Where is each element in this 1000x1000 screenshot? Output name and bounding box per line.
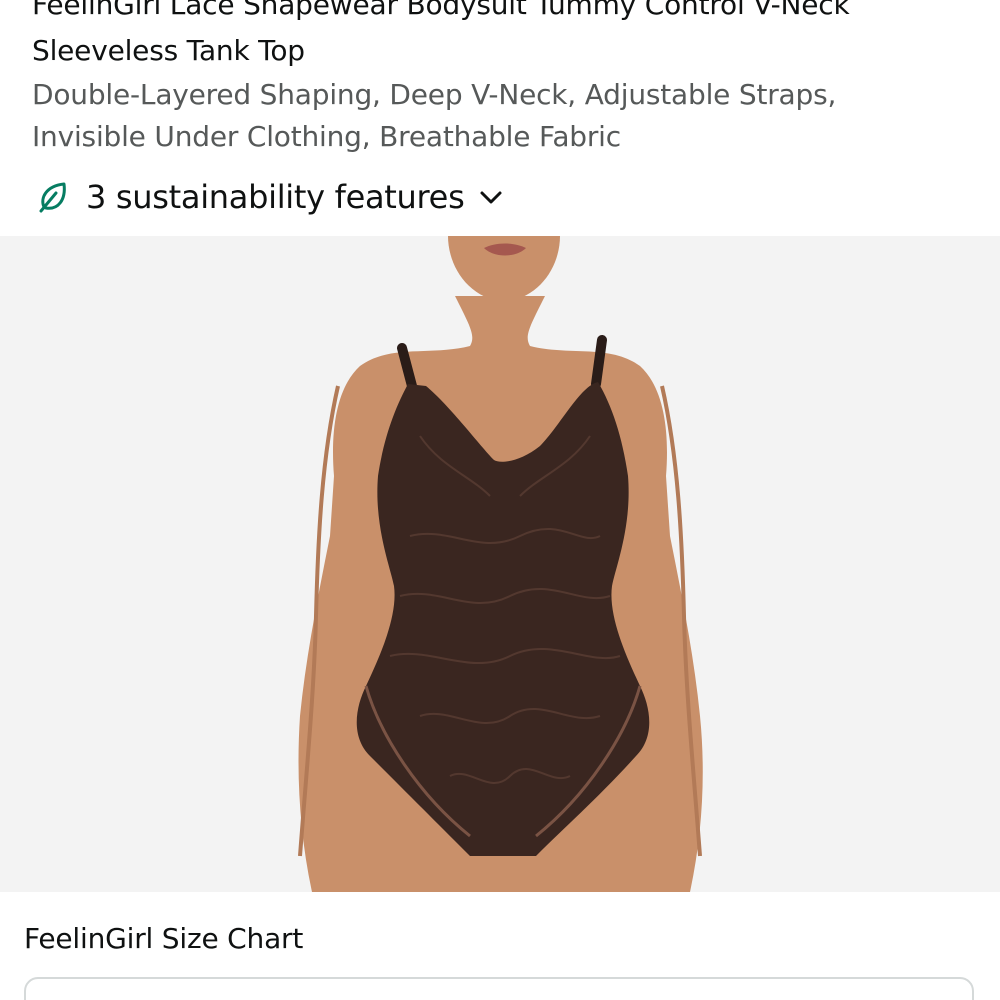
product-title-line-2[interactable]: Sleeveless Tank Top	[32, 28, 972, 74]
product-title-line-1[interactable]: FeelinGirl Lace Shapewear Bodysuit Tummy…	[32, 0, 972, 28]
product-image[interactable]	[0, 236, 1000, 892]
sustainability-features-toggle[interactable]: 3 sustainability features	[36, 174, 504, 220]
size-chart-selector[interactable]	[24, 977, 974, 1000]
product-subtitle-line-1: Double-Layered Shaping, Deep V-Neck, Adj…	[32, 78, 837, 111]
product-detail-page: FeelinGirl Lace Shapewear Bodysuit Tummy…	[0, 0, 1000, 1000]
product-photo	[0, 236, 1000, 892]
leaf-icon	[39, 182, 66, 213]
size-chart-heading: FeelinGirl Size Chart	[24, 922, 304, 955]
sustainability-features-label: 3 sustainability features	[86, 178, 465, 216]
product-subtitle-line-2: Invisible Under Clothing, Breathable Fab…	[32, 120, 621, 153]
product-title-block: FeelinGirl Lace Shapewear Bodysuit Tummy…	[32, 0, 972, 158]
chevron-down-icon	[480, 191, 502, 204]
